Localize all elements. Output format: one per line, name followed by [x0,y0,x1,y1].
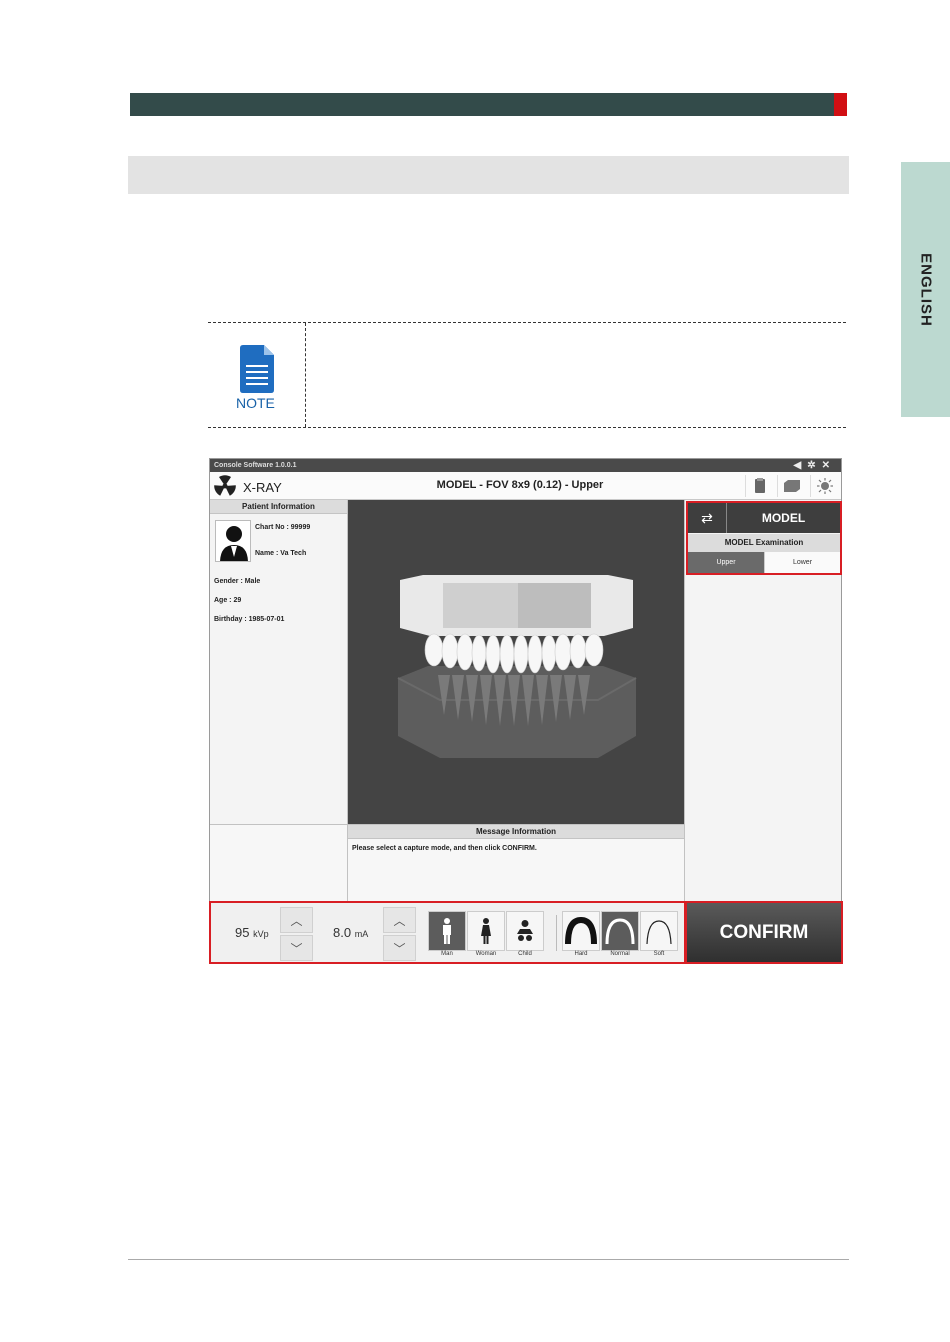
man-button[interactable] [428,911,466,951]
patient-panel: Patient Information Chart No : 99999 Nam… [210,500,348,824]
avatar [215,520,251,562]
hard-label: Hard [574,951,588,957]
soft-label: Soft [653,951,665,957]
section-header-bar [128,156,849,194]
lower-option-button[interactable]: Lower [764,552,840,573]
cabinet-icon[interactable] [777,475,805,497]
note-label: NOTE [236,395,275,411]
message-panel: Message Information Please select a capt… [348,824,684,901]
app-label: X-RAY [243,480,282,495]
model-mode-name: MODEL [761,511,806,525]
child-icon [517,920,533,941]
language-tab: ENGLISH [901,162,950,417]
model-preview [348,500,684,824]
chart-number: Chart No : 99999 [255,524,311,531]
language-tab-label: ENGLISH [917,252,934,327]
close-icon[interactable]: ✕ [822,460,836,471]
normal-label: Normal [610,951,630,957]
kvp-unit: kVp [253,929,269,939]
lamp-icon[interactable] [810,475,838,497]
woman-button[interactable] [467,911,505,951]
volume-icon[interactable]: ◀ [794,460,808,471]
hard-arch-icon [565,917,597,945]
radiation-icon [214,475,236,496]
model-mode-header: ⇄ MODEL [688,503,840,533]
upper-option-button[interactable]: Upper [688,552,764,573]
normal-arch-button[interactable] [601,911,639,951]
kvp-value: 95 [235,925,250,940]
patient-gender: Gender : Male [214,578,261,585]
ma-down-button[interactable]: ﹀ [383,935,416,961]
kvp-down-button[interactable]: ﹀ [280,935,313,961]
hard-arch-button[interactable] [562,911,600,951]
console-software-window: Console Software 1.0.0.1 ◀✲✕ X-RAY MODEL… [209,458,843,964]
man-label: Man [441,951,453,957]
message-panel-heading: Message Information [348,825,684,839]
gear-icon[interactable]: ✲ [807,460,821,471]
note-document-icon [240,345,274,393]
man-icon [443,918,451,944]
child-button[interactable] [506,911,544,951]
confirm-button[interactable]: CONFIRM [685,901,843,964]
window-title: Console Software 1.0.0.1 [214,462,297,469]
woman-label: Woman [475,951,497,957]
ma-value: 8.0 [333,925,352,940]
mode-title: MODEL - FOV 8x9 (0.12) - Upper [436,479,604,491]
chapter-header-bar [130,93,847,116]
kvp-readout: 95 kVp [235,925,269,940]
message-left-panel [210,824,348,901]
swap-arrows-icon[interactable]: ⇄ [688,503,727,533]
child-label: Child [518,951,532,957]
model-examination-label: MODEL Examination [688,534,840,552]
patient-name: Name : Va Tech [255,550,307,557]
model-selection-box: ⇄ MODEL MODEL Examination Upper Lower [686,501,842,575]
window-titlebar: Console Software 1.0.0.1 ◀✲✕ [210,459,841,472]
footer-rule [128,1259,849,1260]
woman-icon [481,918,491,944]
message-text: Please select a capture mode, and then c… [352,845,537,852]
patient-birthday: Birthday : 1985-07-01 [214,616,285,623]
chapter-header-accent [834,93,847,116]
window-controls: ◀✲✕ [794,459,836,472]
soft-arch-icon [646,920,672,945]
note-box: NOTE [208,322,846,428]
patient-panel-heading: Patient Information [210,500,347,514]
soft-arch-button[interactable] [640,911,678,951]
note-divider [305,323,306,427]
document-icon[interactable] [745,475,773,497]
patient-age: Age : 29 [214,597,242,604]
exposure-control-bar: 95 kVp ︿ ﹀ 8.0 mA ︿ ﹀ Man Woman Child Ha… [209,901,686,964]
normal-arch-icon [605,918,635,945]
ma-up-button[interactable]: ︿ [383,907,416,933]
ma-unit: mA [354,929,369,939]
ma-readout: 8.0 mA [333,925,368,940]
dental-model-image [397,575,637,758]
app-header: X-RAY MODEL - FOV 8x9 (0.12) - Upper [210,472,841,500]
kvp-up-button[interactable]: ︿ [280,907,313,933]
button-group-separator [556,915,557,951]
